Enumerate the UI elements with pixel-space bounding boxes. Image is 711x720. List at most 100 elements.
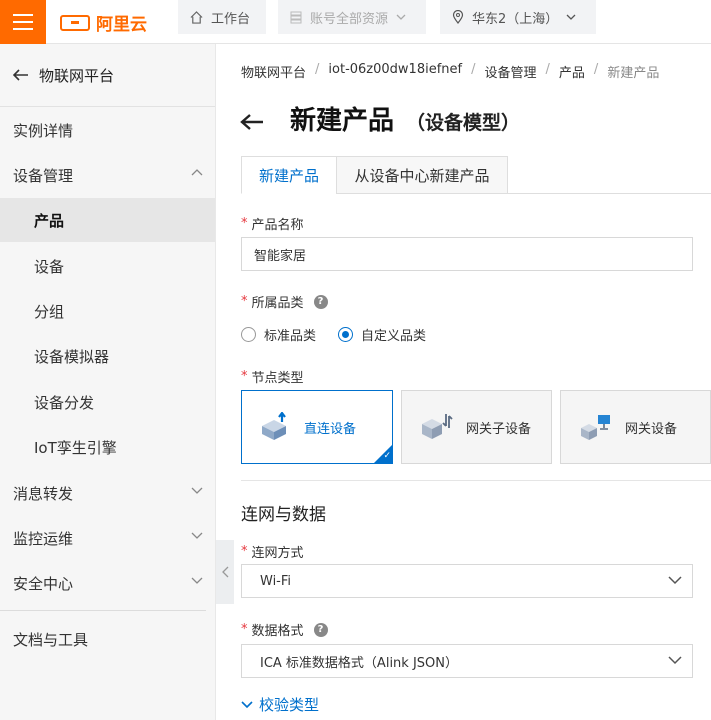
home-icon [190, 10, 203, 24]
page-title: 新建产品 [290, 106, 395, 136]
network-label-row: * 连网方式 [241, 542, 304, 561]
breadcrumb-iot-platform[interactable]: 物联网平台 [241, 62, 306, 81]
direct-device-icon [262, 412, 286, 440]
chevron-down-icon [396, 14, 406, 20]
custom-category-label[interactable]: 自定义品类 [361, 325, 426, 344]
chevron-down-icon [191, 532, 203, 539]
back-arrow-icon[interactable] [240, 113, 264, 131]
breadcrumb-products[interactable]: 产品 [559, 62, 585, 81]
network-select[interactable]: Wi-Fi [241, 564, 693, 598]
hamburger-icon [13, 14, 33, 30]
sidebar-item-label: 产品 [34, 211, 65, 230]
sidebar-item-label: 文档与工具 [13, 630, 89, 649]
required-mark: * [241, 369, 248, 384]
section-title-network-data: 连网与数据 [241, 505, 326, 525]
standard-category-label[interactable]: 标准品类 [264, 325, 316, 344]
gateway-device-label: 网关设备 [625, 421, 678, 437]
sidebar-item-monitoring[interactable]: 监控运维 [0, 516, 215, 560]
category-radio-group: 标准品类 自定义品类 [241, 325, 426, 344]
breadcrumb: 物联网平台 / iot-06z00dw18iefnef / 设备管理 / 产品 / 新建… [241, 62, 659, 81]
aliyun-logo[interactable]: 阿里云 [60, 10, 147, 35]
node-type-label: 节点类型 [251, 371, 304, 386]
gateway-sub-device-label: 网关子设备 [466, 421, 532, 437]
gateway-sub-device-icon [422, 414, 453, 439]
node-type-label-row: * 节点类型 [241, 367, 304, 386]
node-type-direct-device[interactable]: 直连设备 ✓ [241, 390, 393, 464]
breadcrumb-instance[interactable]: iot-06z00dw18iefnef [328, 62, 462, 81]
required-mark: * [241, 216, 248, 231]
resources-icon [290, 11, 302, 23]
product-name-input[interactable]: 智能家居 [241, 237, 693, 271]
page-header: 新建产品 （设备模型） [240, 100, 520, 137]
verify-type-label: 校验类型 [259, 696, 320, 714]
verify-type-toggle[interactable]: 校验类型 [241, 694, 319, 715]
sidebar-item-groups[interactable]: 分组 [0, 289, 215, 333]
sidebar-item-iot-twin-engine[interactable]: IoT孪生引擎 [0, 425, 215, 469]
region-dropdown[interactable]: 华东2（上海） [440, 0, 596, 34]
logo-mark-icon [60, 14, 90, 31]
direct-device-label: 直连设备 [304, 421, 357, 437]
radio-custom-category[interactable] [338, 327, 354, 342]
data-format-select-value: ICA 标准数据格式（Alink JSON） [260, 655, 458, 671]
location-pin-icon [452, 10, 464, 24]
product-name-label: 产品名称 [251, 218, 304, 233]
check-icon: ✓ [383, 451, 391, 461]
sidebar-item-products[interactable]: 产品 [0, 198, 215, 242]
workspace-label: 工作台 [211, 11, 251, 27]
sidebar-item-instance-details[interactable]: 实例详情 [0, 108, 215, 152]
breadcrumb-current: 新建产品 [607, 66, 660, 81]
network-label: 连网方式 [251, 546, 304, 561]
account-resources-dropdown[interactable]: 账号全部资源 [278, 0, 426, 34]
required-mark: * [241, 622, 248, 637]
sidebar-item-label: 设备模拟器 [34, 347, 110, 366]
category-label-row: * 所属品类 ? [241, 292, 328, 311]
workspace-button[interactable]: 工作台 [178, 0, 266, 34]
page-subtitle: （设备模型） [406, 112, 521, 134]
help-icon[interactable]: ? [313, 622, 328, 637]
sidebar-item-docs-tools[interactable]: 文档与工具 [0, 617, 215, 661]
network-select-value: Wi-Fi [260, 573, 292, 589]
chevron-down-icon [191, 577, 203, 584]
data-format-select[interactable]: ICA 标准数据格式（Alink JSON） [241, 644, 693, 678]
product-name-label-row: * 产品名称 [241, 214, 304, 233]
tab-new-product[interactable]: 新建产品 [241, 156, 337, 194]
logo-text: 阿里云 [96, 15, 147, 35]
chevron-up-icon [191, 169, 203, 176]
chevron-down-icon [668, 656, 682, 665]
sidebar-item-label: 设备管理 [13, 166, 74, 185]
sidebar-item-message-forwarding[interactable]: 消息转发 [0, 471, 215, 515]
tab-from-device-center[interactable]: 从设备中心新建产品 [336, 156, 508, 194]
chevron-down-icon [668, 576, 682, 585]
help-icon[interactable]: ? [313, 294, 328, 309]
chevron-down-icon [566, 14, 576, 20]
breadcrumb-separator: / [471, 62, 476, 77]
data-format-label-row: * 数据格式 ? [241, 620, 328, 639]
region-label: 华东2（上海） [472, 11, 559, 27]
radio-standard-category[interactable] [241, 327, 256, 342]
top-bar: 阿里云 工作台 账号全部资源 华东2（上海） [0, 0, 711, 44]
sidebar-item-label: 分组 [34, 302, 65, 321]
node-type-gateway-device[interactable]: 网关设备 [560, 390, 711, 464]
breadcrumb-device-management[interactable]: 设备管理 [485, 62, 537, 81]
sidebar-item-device-simulator[interactable]: 设备模拟器 [0, 334, 215, 378]
data-format-label: 数据格式 [251, 624, 304, 639]
sidebar-item-devices[interactable]: 设备 [0, 244, 215, 288]
main-content: 物联网平台 / iot-06z00dw18iefnef / 设备管理 / 产品 / 新建… [216, 44, 711, 720]
node-type-gateway-sub-device[interactable]: 网关子设备 [401, 390, 552, 464]
sidebar: 物联网平台 实例详情 设备管理 产品 设备 分组 设备模拟器 设备分发 IoT孪… [0, 44, 216, 720]
breadcrumb-separator: / [593, 62, 599, 77]
category-label: 所属品类 [251, 296, 304, 311]
platform-title: 物联网平台 [39, 66, 115, 85]
sidebar-item-label: 监控运维 [13, 529, 74, 548]
menu-button[interactable] [0, 0, 46, 44]
breadcrumb-separator: / [315, 62, 320, 77]
sidebar-item-label: 消息转发 [13, 484, 74, 503]
back-to-iot-platform[interactable]: 物联网平台 [0, 44, 215, 107]
tab-bar: 新建产品 从设备中心新建产品 [241, 156, 711, 194]
sidebar-item-device-management[interactable]: 设备管理 [0, 153, 215, 197]
gateway-device-icon [581, 415, 610, 440]
sidebar-item-device-distribution[interactable]: 设备分发 [0, 380, 215, 424]
arrow-left-icon [13, 69, 28, 81]
sidebar-item-label: 设备分发 [34, 393, 95, 412]
sidebar-item-security-center[interactable]: 安全中心 [0, 561, 215, 605]
